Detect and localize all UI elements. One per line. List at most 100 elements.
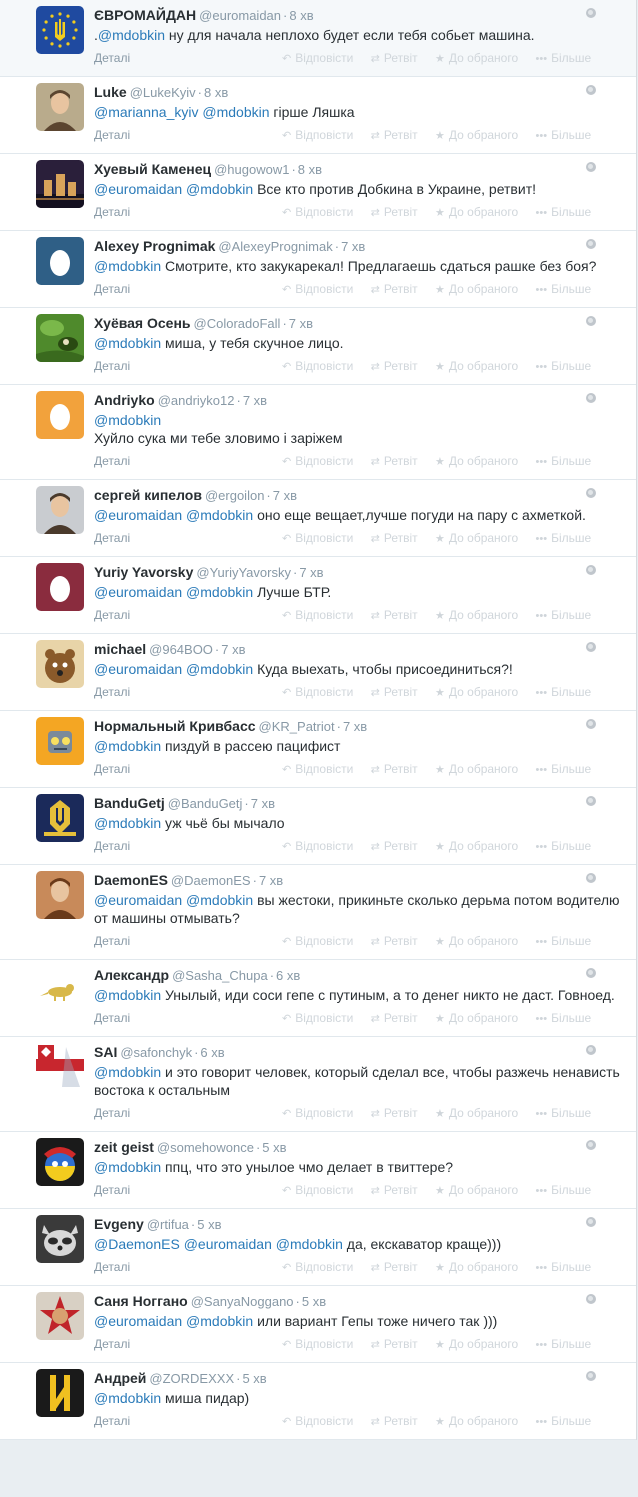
reply-button[interactable]: ↶ Відповісти — [282, 125, 353, 146]
favorite-button[interactable]: ★ До обраного — [435, 356, 518, 377]
favorite-button[interactable]: ★ До обраного — [435, 836, 518, 857]
mention-link[interactable]: @euromaidan — [94, 1313, 182, 1329]
more-button[interactable]: ••• Більше — [536, 48, 592, 69]
user-handle[interactable]: @YuriyYavorsky — [196, 565, 291, 580]
avatar[interactable] — [36, 717, 84, 765]
avatar[interactable] — [36, 794, 84, 842]
user-fullname[interactable]: ЄВРОМАЙДАН — [94, 7, 196, 23]
more-button[interactable]: ••• Більше — [536, 759, 592, 780]
retweet-button[interactable]: ⇄ Ретвіт — [371, 605, 418, 626]
favorite-button[interactable]: ★ До обраного — [435, 759, 518, 780]
user-handle[interactable]: @964BOO — [149, 642, 213, 657]
avatar[interactable] — [36, 6, 84, 54]
tweet-item[interactable]: zeit geist @somehowonce · 5 хв @mdobkin ппц… — [0, 1132, 636, 1209]
tweet-item[interactable]: Luke @LukeKyiv · 8 хв @marianna_kyiv @mdobk… — [0, 77, 636, 154]
reply-button[interactable]: ↶ Відповісти — [282, 682, 353, 703]
reply-button[interactable]: ↶ Відповісти — [282, 279, 353, 300]
user-handle[interactable]: @ColoradoFall — [194, 316, 281, 331]
favorite-button[interactable]: ★ До обраного — [435, 1008, 518, 1029]
tweet-timestamp[interactable]: 7 хв — [221, 642, 245, 657]
more-button[interactable]: ••• Більше — [536, 1411, 592, 1432]
tweet-timestamp[interactable]: 8 хв — [298, 162, 322, 177]
more-button[interactable]: ••• Більше — [536, 451, 592, 472]
more-button[interactable]: ••• Більше — [536, 605, 592, 626]
user-fullname[interactable]: Хуевый Каменец — [94, 161, 211, 177]
user-handle[interactable]: @euromaidan — [199, 8, 281, 23]
retweet-button[interactable]: ⇄ Ретвіт — [371, 356, 418, 377]
user-fullname[interactable]: Andriyko — [94, 392, 155, 408]
favorite-button[interactable]: ★ До обраного — [435, 279, 518, 300]
more-button[interactable]: ••• Більше — [536, 1334, 592, 1355]
tweet-item[interactable]: Хуёвая Осень @ColoradoFall · 7 хв @mdobkin … — [0, 308, 636, 385]
tweet-item[interactable]: сергей кипелов @ergoilon · 7 хв @euromaidan… — [0, 480, 636, 557]
more-button[interactable]: ••• Більше — [536, 1008, 592, 1029]
retweet-button[interactable]: ⇄ Ретвіт — [371, 1180, 418, 1201]
avatar[interactable] — [36, 486, 84, 534]
favorite-button[interactable]: ★ До обраного — [435, 931, 518, 952]
mention-link[interactable]: @mdobkin — [94, 335, 161, 351]
user-handle[interactable]: @ZORDEXXX — [149, 1371, 234, 1386]
user-fullname[interactable]: Alexey Prognimak — [94, 238, 215, 254]
tweet-item[interactable]: Andriyko @andriyko12 · 7 хв @mdobkin Хуйло … — [0, 385, 636, 480]
reply-button[interactable]: ↶ Відповісти — [282, 202, 353, 223]
mention-link[interactable]: @mdobkin — [186, 1313, 253, 1329]
user-handle[interactable]: @somehowonce — [157, 1140, 254, 1155]
retweet-button[interactable]: ⇄ Ретвіт — [371, 48, 418, 69]
details-link[interactable]: Деталі — [94, 454, 130, 468]
avatar[interactable] — [36, 1043, 84, 1091]
tweet-item[interactable]: Саня Ноггано @SanyaNoggano · 5 хв @euromaid… — [0, 1286, 636, 1363]
retweet-button[interactable]: ⇄ Ретвіт — [371, 836, 418, 857]
user-fullname[interactable]: michael — [94, 641, 146, 657]
reply-button[interactable]: ↶ Відповісти — [282, 1008, 353, 1029]
avatar[interactable] — [36, 563, 84, 611]
retweet-button[interactable]: ⇄ Ретвіт — [371, 528, 418, 549]
mention-link[interactable]: @mdobkin — [94, 1159, 161, 1175]
user-fullname[interactable]: Хуёвая Осень — [94, 315, 191, 331]
details-link[interactable]: Деталі — [94, 762, 130, 776]
favorite-button[interactable]: ★ До обраного — [435, 1334, 518, 1355]
retweet-button[interactable]: ⇄ Ретвіт — [371, 682, 418, 703]
details-link[interactable]: Деталі — [94, 1106, 130, 1120]
mention-link[interactable]: @mdobkin — [186, 661, 253, 677]
user-handle[interactable]: @BanduGetj — [168, 796, 243, 811]
tweet-timestamp[interactable]: 7 хв — [259, 873, 283, 888]
favorite-button[interactable]: ★ До обраного — [435, 451, 518, 472]
more-button[interactable]: ••• Більше — [536, 682, 592, 703]
mention-link[interactable]: @mdobkin — [202, 104, 269, 120]
user-fullname[interactable]: zeit geist — [94, 1139, 154, 1155]
user-handle[interactable]: @ergoilon — [205, 488, 264, 503]
mention-link[interactable]: @euromaidan — [94, 181, 182, 197]
tweet-timestamp[interactable]: 7 хв — [341, 239, 365, 254]
avatar[interactable] — [36, 640, 84, 688]
retweet-button[interactable]: ⇄ Ретвіт — [371, 1411, 418, 1432]
details-link[interactable]: Деталі — [94, 128, 130, 142]
user-fullname[interactable]: Андрей — [94, 1370, 146, 1386]
mention-link[interactable]: @mdobkin — [94, 1390, 161, 1406]
details-link[interactable]: Деталі — [94, 1260, 130, 1274]
details-link[interactable]: Деталі — [94, 51, 130, 65]
user-handle[interactable]: @KR_Patriot — [259, 719, 335, 734]
reply-button[interactable]: ↶ Відповісти — [282, 1411, 353, 1432]
tweet-item[interactable]: Андрей @ZORDEXXX · 5 хв @mdobkin миша пидар… — [0, 1363, 636, 1440]
tweet-timestamp[interactable]: 7 хв — [299, 565, 323, 580]
mention-link[interactable]: @mdobkin — [186, 507, 253, 523]
tweet-item[interactable]: DaemonES @DaemonES · 7 хв @euromaidan @mdob… — [0, 865, 636, 960]
reply-button[interactable]: ↶ Відповісти — [282, 451, 353, 472]
reply-button[interactable]: ↶ Відповісти — [282, 759, 353, 780]
details-link[interactable]: Деталі — [94, 205, 130, 219]
mention-link[interactable]: @euromaidan — [94, 661, 182, 677]
retweet-button[interactable]: ⇄ Ретвіт — [371, 125, 418, 146]
mention-link[interactable]: @euromaidan — [184, 1236, 272, 1252]
favorite-button[interactable]: ★ До обраного — [435, 48, 518, 69]
more-button[interactable]: ••• Більше — [536, 836, 592, 857]
reply-button[interactable]: ↶ Відповісти — [282, 1334, 353, 1355]
favorite-button[interactable]: ★ До обраного — [435, 1257, 518, 1278]
avatar[interactable] — [36, 314, 84, 362]
more-button[interactable]: ••• Більше — [536, 279, 592, 300]
user-handle[interactable]: @SanyaNoggano — [191, 1294, 294, 1309]
user-fullname[interactable]: Luke — [94, 84, 127, 100]
tweet-timestamp[interactable]: 8 хв — [204, 85, 228, 100]
reply-button[interactable]: ↶ Відповісти — [282, 1180, 353, 1201]
tweet-timestamp[interactable]: 6 хв — [276, 968, 300, 983]
retweet-button[interactable]: ⇄ Ретвіт — [371, 1103, 418, 1124]
